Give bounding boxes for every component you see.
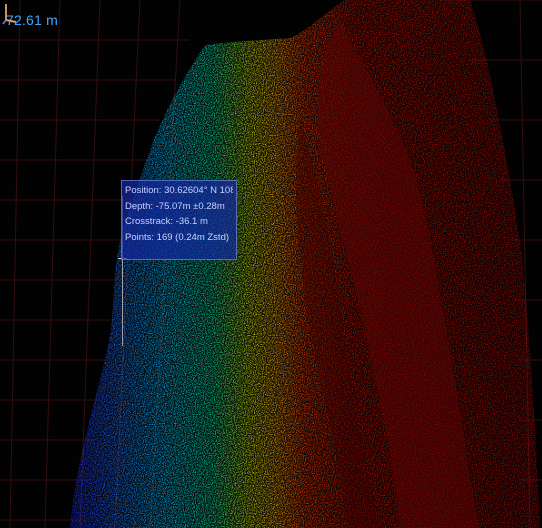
tooltip-depth: Depth: -75.07m ±0.28m: [125, 200, 225, 212]
point-info-tooltip: Position: 30.62604° N 108.40780° E Depth…: [121, 180, 237, 260]
tooltip-crosstrack: Crosstrack: -36.1 m: [125, 216, 208, 227]
axis-gizmo-icon[interactable]: [0, 0, 20, 26]
tooltip-points: Points: 169 (0.24m Zstd): [125, 231, 230, 243]
point-cloud-viewport[interactable]: 72.61 m Position: 30.62604° N 108.40780°…: [0, 0, 542, 528]
tooltip-position: Position: 30.62604° N 108.40780° E: [125, 185, 233, 196]
point-cloud-scene[interactable]: [0, 0, 542, 528]
